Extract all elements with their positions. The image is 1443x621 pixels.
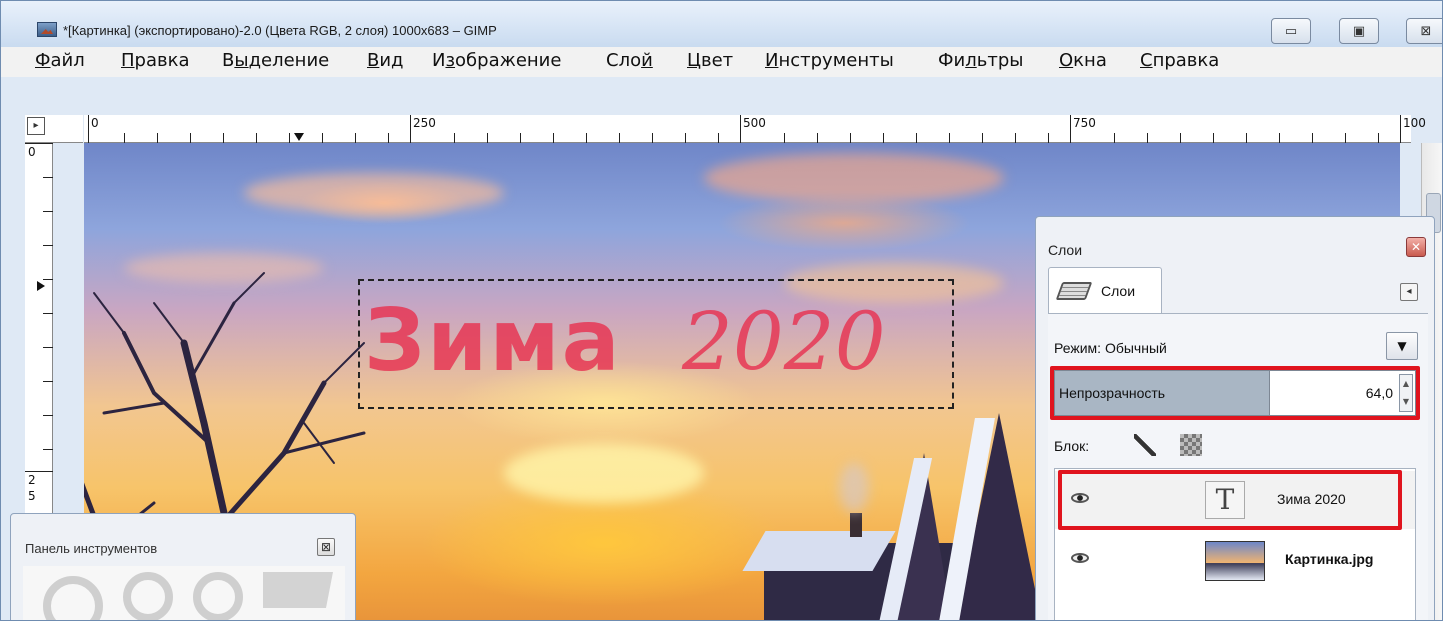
menu-edit[interactable]: Правка xyxy=(121,50,190,71)
image-thumbnail xyxy=(1205,541,1265,581)
menu-windows[interactable]: Окна xyxy=(1059,50,1107,71)
ruler-corner: ▸ xyxy=(25,115,83,143)
toolbox-close-button[interactable]: ⊠ xyxy=(317,538,335,556)
ruler-label: 5 xyxy=(28,489,36,503)
close-icon: ✕ xyxy=(1410,240,1422,254)
maximize-button[interactable]: ▣ xyxy=(1339,18,1379,44)
layers-panel-body: Режим: Обычный ▼ Непрозрачность 64,0 ▲ ▼… xyxy=(1048,313,1428,620)
ruler-label: 750 xyxy=(1073,116,1096,130)
tab-layers-label: Слои xyxy=(1101,283,1136,299)
gimp-app-icon xyxy=(37,22,57,37)
menu-bar: Файл Правка Выделение Вид Изображение Сл… xyxy=(1,47,1442,77)
eye-icon[interactable] xyxy=(1071,553,1089,563)
tab-layers[interactable]: Слои xyxy=(1048,267,1162,313)
toolbox-body xyxy=(23,566,345,620)
vertical-ruler[interactable]: 0 2 5 xyxy=(25,143,53,513)
ruler-label: 250 xyxy=(413,116,436,130)
ruler-label: 0 xyxy=(28,145,36,159)
quick-mask-toggle[interactable]: ▸ xyxy=(27,117,45,135)
window-title: *[Картинка] (экспортировано)-2.0 (Цвета … xyxy=(63,23,497,38)
tab-menu-button[interactable]: ◂ xyxy=(1400,283,1418,301)
ruler-label: 0 xyxy=(91,116,99,130)
chevron-down-icon: ▼ xyxy=(1397,339,1407,353)
triangle-left-icon: ◂ xyxy=(1406,286,1412,297)
menu-tools[interactable]: Инструменты xyxy=(765,50,894,71)
tool-icon[interactable] xyxy=(193,572,243,620)
minimize-icon: ▭ xyxy=(1284,23,1298,39)
menu-image[interactable]: Изображение xyxy=(432,50,561,71)
layers-close-button[interactable]: ✕ xyxy=(1406,237,1426,257)
tool-icon[interactable] xyxy=(43,576,103,620)
menu-filters[interactable]: Фильтры xyxy=(938,50,1023,71)
menu-colors[interactable]: Цвет xyxy=(687,50,733,71)
layers-panel-title: Слои xyxy=(1048,242,1083,258)
canvas-text-year: 2020 xyxy=(682,295,886,388)
close-icon: ⊠ xyxy=(320,540,332,554)
highlight-box-opacity xyxy=(1050,366,1420,420)
toolbox-panel: Панель инструментов ⊠ xyxy=(10,513,356,620)
ruler-label: 500 xyxy=(743,116,766,130)
mode-dropdown[interactable]: ▼ xyxy=(1386,332,1418,360)
tool-icon[interactable] xyxy=(263,572,333,608)
layer-name[interactable]: Картинка.jpg xyxy=(1285,551,1373,567)
layers-icon xyxy=(1055,282,1093,300)
triangle-right-icon: ▸ xyxy=(33,120,39,131)
ruler-label: 2 xyxy=(28,473,36,487)
gimp-window: *[Картинка] (экспортировано)-2.0 (Цвета … xyxy=(0,0,1443,621)
close-icon: ⊠ xyxy=(1420,23,1432,39)
menu-layer[interactable]: Слой xyxy=(606,50,653,71)
ruler-label: 100 xyxy=(1403,116,1426,130)
title-bar[interactable]: *[Картинка] (экспортировано)-2.0 (Цвета … xyxy=(1,1,1442,47)
lock-label: Блок: xyxy=(1054,438,1090,454)
layer-row-image[interactable]: Картинка.jpg xyxy=(1055,531,1415,589)
tool-icon[interactable] xyxy=(123,572,173,620)
highlight-box-layer xyxy=(1058,470,1402,530)
horizontal-ruler[interactable]: 0 250 500 750 100 xyxy=(84,115,1426,143)
layers-panel: Слои ✕ Слои ◂ Режим: Обычный ▼ Непрозрач… xyxy=(1035,216,1435,620)
text-layer-boundary[interactable]: Зима 2020 xyxy=(358,279,954,409)
menu-view[interactable]: Вид xyxy=(367,50,404,71)
minimize-button[interactable]: ▭ xyxy=(1271,18,1311,44)
menu-file[interactable]: Файл xyxy=(35,50,85,71)
mode-label: Режим: Обычный xyxy=(1054,340,1167,356)
toolbox-title: Панель инструментов xyxy=(25,541,158,556)
menu-select[interactable]: Выделение xyxy=(222,50,329,71)
close-button[interactable]: ⊠ xyxy=(1406,18,1442,44)
alpha-lock-icon[interactable] xyxy=(1180,434,1202,456)
maximize-icon: ▣ xyxy=(1352,23,1366,39)
menu-help[interactable]: Справка xyxy=(1140,50,1219,71)
canvas-text-word: Зима xyxy=(364,291,622,391)
paintbrush-icon[interactable] xyxy=(1134,434,1156,456)
